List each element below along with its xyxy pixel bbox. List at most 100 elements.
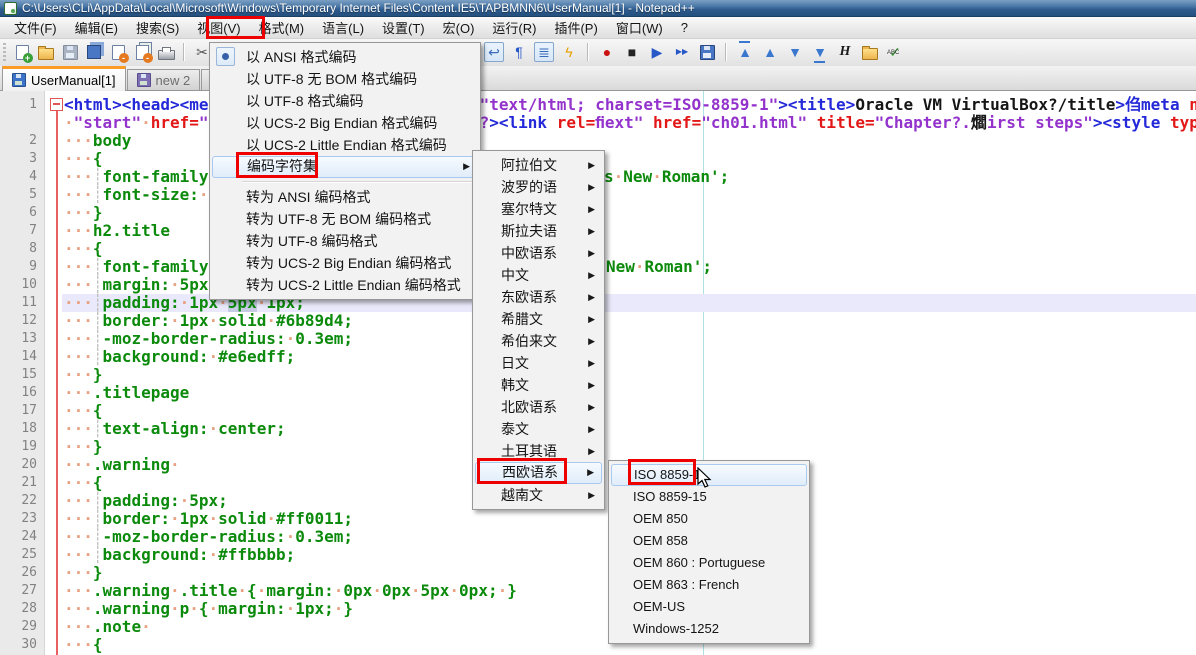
- code-line[interactable]: ···┊border:·1px·solid·#ff0011;: [64, 510, 353, 528]
- word-wrap-icon[interactable]: ↩: [484, 42, 504, 62]
- code-line-fragment[interactable]: ="text/html; charset=ISO-8859-1"><title>…: [470, 96, 1196, 114]
- menu-search[interactable]: 搜索(S): [127, 16, 188, 40]
- code-line[interactable]: ···}: [64, 366, 103, 384]
- macro-save-icon[interactable]: [697, 42, 717, 62]
- close-all-icon[interactable]: -: [132, 42, 153, 63]
- code-line[interactable]: ···.warning·.title·{·margin:·0px·0px·5px…: [64, 582, 517, 600]
- format-menu-item-以-ucs-2-little-endian-格式编码[interactable]: 以 UCS-2 Little Endian 格式编码: [212, 134, 478, 156]
- code-line[interactable]: ···}: [64, 564, 103, 582]
- encoding-menu-item-oem-860-portuguese[interactable]: OEM 860 : Portuguese: [611, 552, 807, 574]
- format-menu-item-以-utf-8-无-bom-格式编码[interactable]: 以 UTF-8 无 BOM 格式编码: [212, 68, 478, 90]
- code-line[interactable]: ···}: [64, 204, 103, 222]
- nav-last-icon[interactable]: ▼: [810, 42, 830, 63]
- spell-check-icon[interactable]: ✓ ABC: [885, 42, 905, 62]
- charset-menu-item-北欧语系[interactable]: 北欧语系 ▶: [475, 396, 602, 418]
- doc-switcher-icon[interactable]: [860, 42, 880, 62]
- format-menu-item-编码字符集[interactable]: 编码字符集 ▶: [212, 156, 478, 178]
- macro-record-icon[interactable]: ●: [597, 42, 617, 62]
- code-line[interactable]: ···{: [64, 402, 103, 420]
- charset-menu-item-西欧语系[interactable]: 西欧语系 ▶: [475, 462, 602, 484]
- print-icon[interactable]: [156, 42, 176, 62]
- encoding-menu-item-oem-us[interactable]: OEM-US: [611, 596, 807, 618]
- charset-menu-item-泰文[interactable]: 泰文 ▶: [475, 418, 602, 440]
- charset-menu-item-斯拉夫语[interactable]: 斯拉夫语 ▶: [475, 220, 602, 242]
- code-line[interactable]: ···┊-moz-border-radius:·0.3em;: [64, 330, 353, 348]
- charset-menu-item-韩文[interactable]: 韩文 ▶: [475, 374, 602, 396]
- menu-help[interactable]: ?: [672, 18, 697, 38]
- charset-menu-item-东欧语系[interactable]: 东欧语系 ▶: [475, 286, 602, 308]
- code-line[interactable]: ···┊-moz-border-radius:·0.3em;: [64, 528, 353, 546]
- html-view-icon[interactable]: H: [835, 42, 855, 62]
- code-line[interactable]: ···h2.title: [64, 222, 170, 240]
- encoding-menu-item-windows-1252[interactable]: Windows-1252: [611, 618, 807, 640]
- function-list-icon[interactable]: ϟ: [559, 42, 579, 62]
- charset-menu-item-塞尔特文[interactable]: 塞尔特文 ▶: [475, 198, 602, 220]
- show-all-characters-icon[interactable]: ¶: [509, 42, 529, 62]
- nav-prev-icon[interactable]: ▲: [760, 42, 780, 62]
- code-line-fragment[interactable]: New·Roman';: [606, 258, 712, 276]
- code-line[interactable]: ···.warning·p·{·margin:·1px;·}: [64, 600, 353, 618]
- encoding-menu-item-oem-858[interactable]: OEM 858: [611, 530, 807, 552]
- menu-plugins[interactable]: 插件(P): [545, 16, 606, 40]
- menu-run[interactable]: 运行(R): [483, 16, 545, 40]
- save-all-icon[interactable]: [84, 42, 104, 62]
- code-line[interactable]: ···}: [64, 438, 103, 456]
- charset-menu-item-越南文[interactable]: 越南文 ▶: [475, 484, 602, 506]
- code-line[interactable]: ···┊text-align:·center;: [64, 420, 286, 438]
- charset-menu-item-土耳其语[interactable]: 土耳其语 ▶: [475, 440, 602, 462]
- nav-next-icon[interactable]: ▼: [785, 42, 805, 62]
- menu-language[interactable]: 语言(L): [313, 16, 373, 40]
- save-icon[interactable]: [60, 42, 80, 62]
- encoding-menu-item-iso-8859-15[interactable]: ISO 8859-15: [611, 486, 807, 508]
- macro-run-multiple-icon[interactable]: ▶▶: [672, 42, 692, 62]
- format-menu-item-以-ansi-格式编码[interactable]: 以 ANSI 格式编码: [212, 46, 478, 68]
- code-line[interactable]: ···{: [64, 240, 103, 258]
- charset-menu-item-希伯来文[interactable]: 希伯来文 ▶: [475, 330, 602, 352]
- code-line[interactable]: ···┊margin:·5px·0: [64, 276, 228, 294]
- menu-view[interactable]: 视图(V): [188, 16, 249, 40]
- format-menu-item-转为-utf-8-无-bom-编码格式[interactable]: 转为 UTF-8 无 BOM 编码格式: [212, 208, 478, 230]
- code-line[interactable]: ···┊background:·#ffbbbb;: [64, 546, 295, 564]
- code-line-fragment[interactable]: s·New·Roman';: [604, 168, 729, 186]
- fold-collapse-box[interactable]: [50, 98, 63, 111]
- charset-menu-item-阿拉伯文[interactable]: 阿拉伯文 ▶: [475, 154, 602, 176]
- new-file-icon[interactable]: +: [12, 42, 33, 63]
- code-line[interactable]: ···┊border:·1px·solid·#6b89d4;: [64, 312, 353, 330]
- encoding-menu-item-oem-863-french[interactable]: OEM 863 : French: [611, 574, 807, 596]
- charset-menu-item-希腊文[interactable]: 希腊文 ▶: [475, 308, 602, 330]
- format-menu-item-转为-ucs-2-little-endian-编码格式[interactable]: 转为 UCS-2 Little Endian 编码格式: [212, 274, 478, 296]
- menu-macro[interactable]: 宏(O): [434, 16, 484, 40]
- menu-settings[interactable]: 设置(T): [373, 16, 434, 40]
- code-line[interactable]: ···┊font-family:·: [64, 168, 228, 186]
- format-menu-item-转为-ansi-编码格式[interactable]: 转为 ANSI 编码格式: [212, 186, 478, 208]
- charset-menu-item-中欧语系[interactable]: 中欧语系 ▶: [475, 242, 602, 264]
- format-menu-item-以-ucs-2-big-endian-格式编码[interactable]: 以 UCS-2 Big Endian 格式编码: [212, 112, 478, 134]
- charset-menu-item-日文[interactable]: 日文 ▶: [475, 352, 602, 374]
- code-line-fragment[interactable]: x?><link rel=ﬁext" href="ch01.html" titl…: [470, 114, 1196, 132]
- nav-first-icon[interactable]: ▲: [735, 41, 755, 62]
- menu-edit[interactable]: 编辑(E): [66, 16, 127, 40]
- code-line[interactable]: ···{: [64, 150, 103, 168]
- format-menu-item-以-utf-8-格式编码[interactable]: 以 UTF-8 格式编码: [212, 90, 478, 112]
- macro-play-icon[interactable]: ▶: [647, 42, 667, 62]
- close-icon[interactable]: -: [108, 42, 129, 63]
- tab-usermanual-1-[interactable]: UserManual[1]: [2, 66, 126, 91]
- charset-menu-item-波罗的语[interactable]: 波罗的语 ▶: [475, 176, 602, 198]
- code-line[interactable]: ···┊font-family:·: [64, 258, 228, 276]
- menu-file[interactable]: 文件(F): [5, 16, 66, 40]
- code-line[interactable]: ···body: [64, 132, 131, 150]
- format-menu-item-转为-utf-8-编码格式[interactable]: 转为 UTF-8 编码格式: [212, 230, 478, 252]
- charset-menu-item-中文[interactable]: 中文 ▶: [475, 264, 602, 286]
- tab-new-2[interactable]: new 2: [126, 69, 201, 90]
- code-line[interactable]: ···.titlepage: [64, 384, 189, 402]
- menu-window[interactable]: 窗口(W): [607, 16, 672, 40]
- macro-stop-icon[interactable]: ■: [622, 42, 642, 62]
- indent-guide-icon[interactable]: ≣: [534, 42, 554, 62]
- code-line[interactable]: ···┊padding:·5px;: [64, 492, 228, 510]
- code-line[interactable]: ···┊background:·#e6edff;: [64, 348, 295, 366]
- encoding-menu-item-oem-850[interactable]: OEM 850: [611, 508, 807, 530]
- open-file-icon[interactable]: [36, 42, 56, 62]
- format-menu-item-转为-ucs-2-big-endian-编码格式[interactable]: 转为 UCS-2 Big Endian 编码格式: [212, 252, 478, 274]
- code-line[interactable]: ···.note·: [64, 618, 151, 636]
- menu-format[interactable]: 格式(M): [250, 16, 314, 40]
